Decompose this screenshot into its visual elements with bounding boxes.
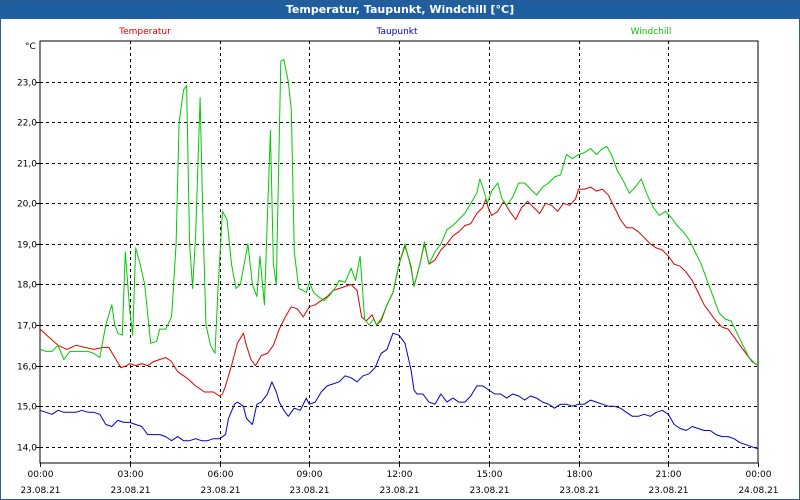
x-tick-time-label: 12:00 bbox=[387, 470, 413, 480]
x-tick-date-label: 23.08.21 bbox=[469, 486, 509, 496]
y-tick-label: 23,0 bbox=[17, 79, 37, 89]
grid bbox=[40, 41, 758, 463]
y-tick-label: 17,0 bbox=[17, 322, 37, 332]
x-tick-date-label: 23.08.21 bbox=[379, 486, 419, 496]
y-tick-label: 18,0 bbox=[17, 281, 37, 291]
x-tick-date-label: 23.08.21 bbox=[648, 486, 688, 496]
series-line-temperatur bbox=[39, 186, 759, 397]
x-tick-time-label: 06:00 bbox=[208, 470, 234, 480]
legend-item-taupunkt: Taupunkt bbox=[375, 27, 418, 37]
x-tick-date-label: 23.08.21 bbox=[200, 486, 240, 496]
legend-item-temperatur: Temperatur bbox=[118, 27, 171, 37]
legend-item-windchill: Windchill bbox=[631, 27, 672, 37]
y-tick-label: 22,0 bbox=[17, 119, 37, 129]
x-tick-date-label: 23.08.21 bbox=[559, 486, 599, 496]
y-tick-label: 21,0 bbox=[17, 160, 37, 170]
x-tick-time-label: 21:00 bbox=[656, 470, 682, 480]
y-tick-label: 16,0 bbox=[17, 363, 37, 373]
y-tick-label: 20,0 bbox=[17, 200, 37, 210]
x-tick-time-label: 00:00 bbox=[28, 470, 54, 480]
x-tick-time-label: 03:00 bbox=[118, 470, 144, 480]
x-tick-time-label: 15:00 bbox=[477, 470, 503, 480]
y-tick-label: 19,0 bbox=[17, 241, 37, 251]
x-tick-date-label: 23.08.21 bbox=[110, 486, 150, 496]
legend: Temperatur Taupunkt Windchill bbox=[118, 27, 671, 37]
chart-window: Temperatur, Taupunkt, Windchill [°C] 14,… bbox=[0, 0, 800, 500]
x-tick-date-label: 23.08.21 bbox=[20, 486, 60, 496]
chart-canvas: 14,0 15,0 16,0 17,0 18,0 19,0 20,0 21,0 22,0 23,0… bbox=[17, 27, 779, 496]
x-tick-time-label: 18:00 bbox=[567, 470, 593, 480]
y-tick-label: 15,0 bbox=[17, 403, 37, 413]
x-tick-time-label: 09:00 bbox=[297, 470, 323, 480]
x-tick-time-label: 00:00 bbox=[746, 470, 772, 480]
y-axis-unit: °C bbox=[25, 42, 36, 52]
y-tick-label: 14,0 bbox=[17, 444, 37, 454]
x-tick-date-label: 23.08.21 bbox=[289, 486, 329, 496]
x-tick-date-label: 24.08.21 bbox=[738, 486, 778, 496]
